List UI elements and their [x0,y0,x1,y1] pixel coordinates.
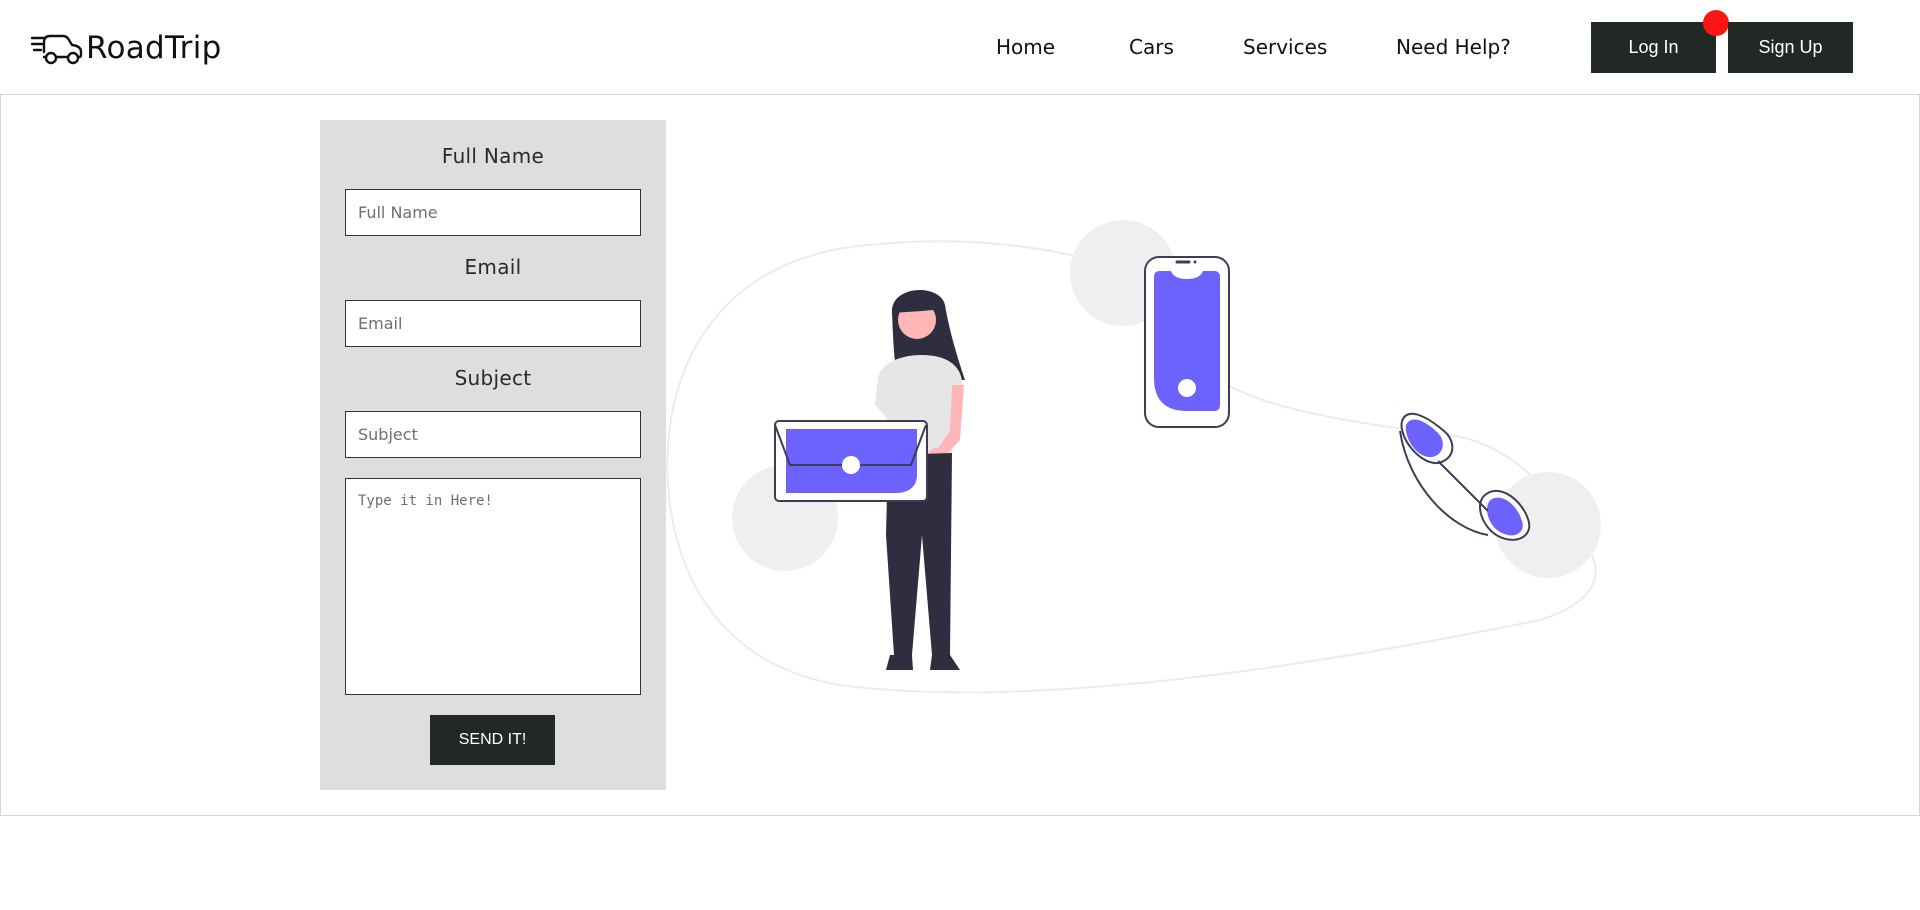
email-input[interactable] [345,300,641,347]
full-name-label: Full Name [441,144,545,168]
message-textarea[interactable] [345,478,641,695]
full-name-input[interactable] [345,189,641,236]
subject-label: Subject [454,366,532,390]
subject-input[interactable] [345,411,641,458]
contact-illustration [666,220,1601,694]
envelope-bag [774,420,928,502]
nav-services[interactable]: Services [1243,35,1327,59]
navbar: RoadTrip Home Cars Services Need Help? L… [0,0,1920,94]
signup-button[interactable]: Sign Up [1728,22,1853,73]
car-speed-icon [30,34,83,65]
phone-device [1144,256,1230,428]
send-button[interactable]: SEND IT! [430,715,555,765]
email-label: Email [464,255,522,279]
nav-home[interactable]: Home [996,35,1055,59]
nav-need-help[interactable]: Need Help? [1396,35,1511,59]
contact-form: Full Name Email Subject SEND IT! [320,120,666,790]
brand-name: RoadTrip [86,30,222,66]
login-button[interactable]: Log In [1591,22,1716,73]
notification-dot [1703,10,1729,36]
nav-cars[interactable]: Cars [1129,35,1174,59]
telephone-handset [1399,412,1531,541]
brand-logo-link[interactable]: RoadTrip [30,28,222,68]
